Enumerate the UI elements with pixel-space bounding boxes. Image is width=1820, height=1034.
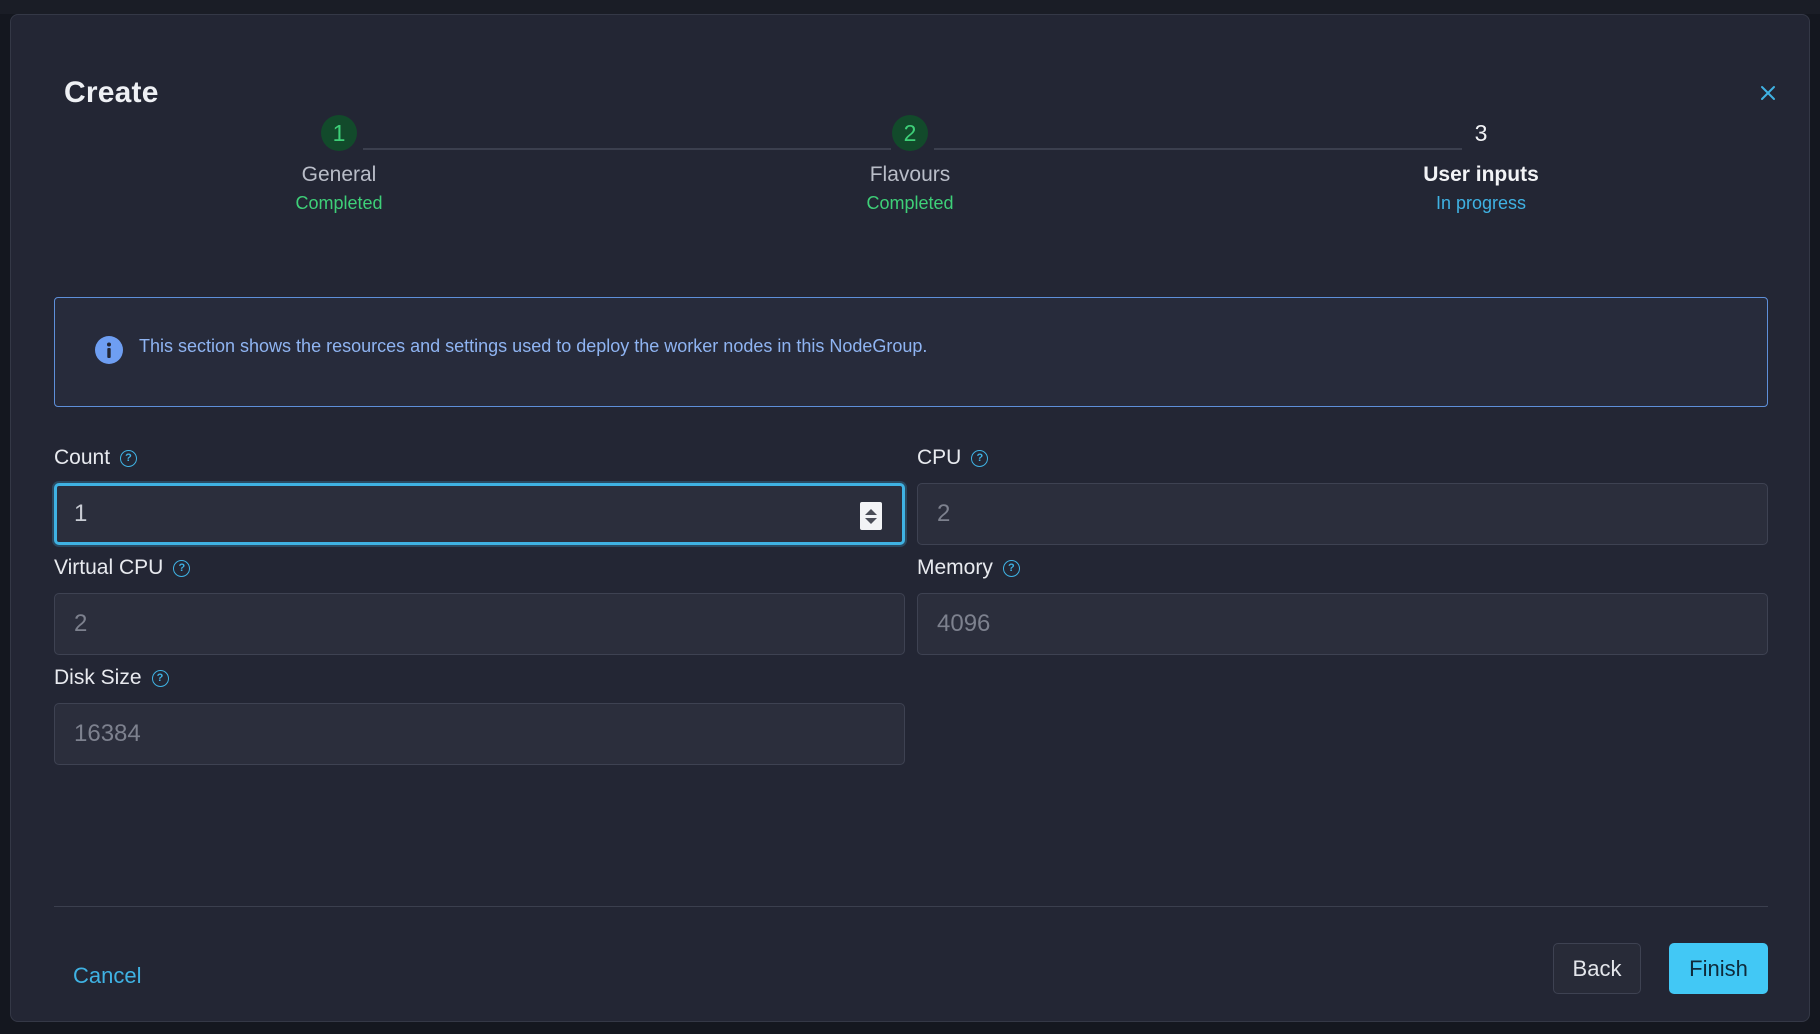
cpu-label-row: CPU ? <box>917 445 1768 471</box>
virtual-cpu-input[interactable]: 2 <box>54 593 905 655</box>
memory-value: 4096 <box>937 610 991 637</box>
info-banner: This section shows the resources and set… <box>54 297 1768 407</box>
virtual-cpu-value: 2 <box>74 610 88 637</box>
create-modal: Create 1 General Completed 2 Flavours Co… <box>10 14 1810 1022</box>
disk-size-label-row: Disk Size ? <box>54 665 905 691</box>
step-name: User inputs <box>1423 163 1539 186</box>
step-status: In progress <box>1435 193 1527 213</box>
step-general[interactable]: 1 General Completed <box>239 115 439 214</box>
cpu-label: CPU <box>917 446 962 469</box>
cancel-button[interactable]: Cancel <box>73 963 141 989</box>
help-icon[interactable]: ? <box>173 559 191 577</box>
disk-size-field: Disk Size ? 16384 <box>54 665 905 765</box>
virtual-cpu-field: Virtual CPU ? 2 <box>54 555 905 655</box>
step-user-inputs[interactable]: 3 User inputs In progress <box>1381 115 1581 214</box>
step-name: Flavours <box>869 163 951 186</box>
footer-divider <box>54 906 1768 907</box>
step-flavours[interactable]: 2 Flavours Completed <box>810 115 1010 214</box>
count-label-row: Count ? <box>54 445 905 471</box>
count-input[interactable]: 1 <box>54 483 905 545</box>
count-value: 1 <box>74 500 88 527</box>
count-label: Count <box>54 446 111 469</box>
step-status: Completed <box>295 193 383 213</box>
cpu-value: 2 <box>937 500 951 527</box>
disk-size-label: Disk Size <box>54 666 142 689</box>
info-icon <box>95 336 123 364</box>
chevron-down-icon[interactable] <box>865 517 877 524</box>
help-icon[interactable]: ? <box>151 669 169 687</box>
memory-label-row: Memory ? <box>917 555 1768 581</box>
disk-size-input[interactable]: 16384 <box>54 703 905 765</box>
step-status: Completed <box>866 193 954 213</box>
step-number: 2 <box>892 115 928 151</box>
virtual-cpu-label-row: Virtual CPU ? <box>54 555 905 581</box>
help-icon[interactable]: ? <box>1002 559 1020 577</box>
finish-button[interactable]: Finish <box>1669 943 1768 994</box>
memory-field: Memory ? 4096 <box>917 555 1768 655</box>
number-stepper[interactable] <box>860 502 882 530</box>
help-icon[interactable]: ? <box>120 449 138 467</box>
disk-size-value: 16384 <box>74 720 141 747</box>
stepper: 1 General Completed 2 Flavours Completed… <box>11 15 1809 245</box>
memory-input[interactable]: 4096 <box>917 593 1768 655</box>
step-number: 3 <box>1474 119 1488 146</box>
cpu-field: CPU ? 2 <box>917 445 1768 545</box>
backdrop <box>0 0 1820 14</box>
step-name: General <box>301 163 377 186</box>
help-icon[interactable]: ? <box>971 449 989 467</box>
info-text: This section shows the resources and set… <box>139 336 928 356</box>
back-button[interactable]: Back <box>1553 943 1641 994</box>
step-number: 1 <box>321 115 357 151</box>
count-field: Count ? 1 <box>54 445 905 545</box>
cpu-input[interactable]: 2 <box>917 483 1768 545</box>
chevron-up-icon[interactable] <box>865 508 877 515</box>
virtual-cpu-label: Virtual CPU <box>54 556 164 579</box>
memory-label: Memory <box>917 556 993 579</box>
